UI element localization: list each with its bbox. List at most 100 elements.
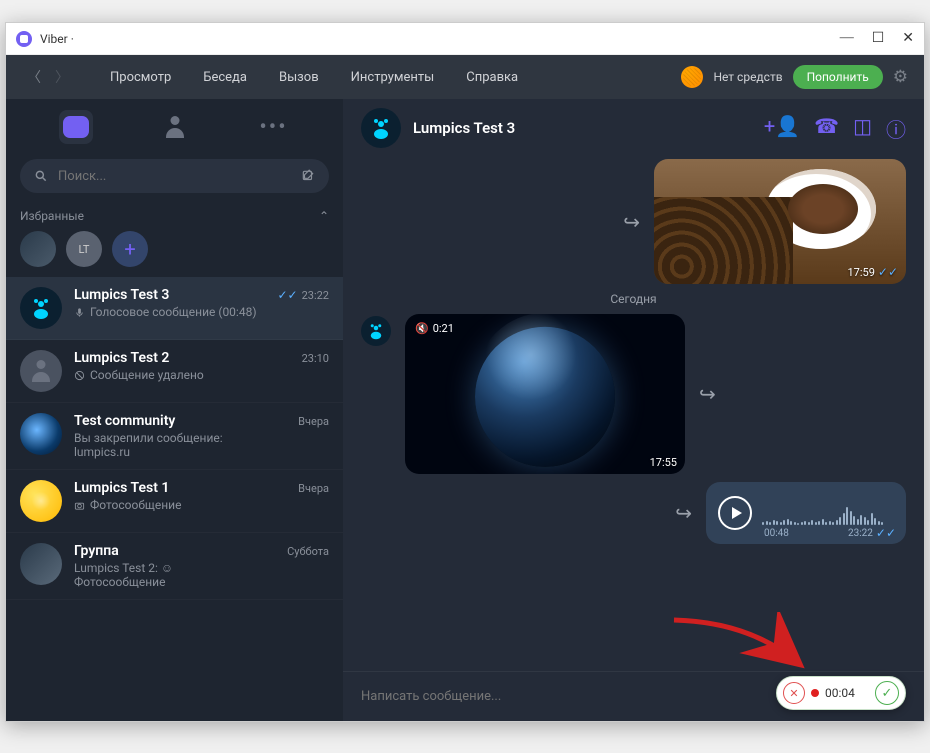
chat-time: Вчера [298, 482, 329, 495]
checks-icon: ✓✓ [878, 265, 898, 279]
avatar [20, 287, 62, 329]
recording-dot-icon [811, 689, 819, 697]
forward-icon[interactable]: ↪ [699, 382, 716, 406]
chat-preview2: Фотосообщение [74, 575, 165, 589]
chat-preview: Голосовое сообщение (00:48) [90, 305, 257, 319]
recording-time: 00:04 [825, 686, 869, 700]
app-window: Viber · — ☐ ✕ 〈 〉 Просмотр Беседа Вызов … [5, 22, 925, 722]
image-message-coffee[interactable]: 17:59✓✓ [654, 159, 906, 284]
conversation-header: Lumpics Test 3 +👤 ☎ ◫ ⓘ [343, 99, 924, 157]
chat-name: Lumpics Test 3 [74, 287, 169, 303]
menu-chat[interactable]: Беседа [189, 62, 261, 93]
conversation-title: Lumpics Test 3 [413, 119, 752, 137]
menu-view[interactable]: Просмотр [96, 62, 185, 93]
video-call-icon[interactable]: ◫ [853, 114, 872, 143]
camera-icon [74, 500, 85, 511]
mic-icon [74, 307, 85, 318]
checks-icon: ✓✓ [876, 526, 896, 540]
back-button[interactable]: 〈 [22, 65, 46, 89]
chat-time: Суббота [287, 545, 329, 558]
chat-name: Lumpics Test 2 [74, 350, 169, 366]
add-user-icon[interactable]: +👤 [764, 114, 800, 143]
favorites-section: Избранные ⌃ LT + [6, 203, 343, 277]
chat-item-community[interactable]: Test community Вчера Вы закрепили сообщен… [6, 403, 343, 470]
account-avatar-icon[interactable] [681, 66, 703, 88]
window-title: Viber · [40, 32, 74, 46]
messages-area[interactable]: ↪ 17:59✓✓ Сегодня 🔇0:21 17:55 ↪ [343, 157, 924, 671]
dots-icon: ••• [259, 115, 287, 140]
chat-time: ✓✓23:22 [277, 288, 329, 302]
tab-more[interactable]: ••• [257, 110, 291, 144]
menubar: 〈 〉 Просмотр Беседа Вызов Инструменты Сп… [6, 55, 924, 99]
search-bar[interactable] [20, 159, 329, 193]
search-icon [34, 169, 48, 183]
close-button[interactable]: ✕ [902, 30, 914, 47]
chat-preview2: lumpics.ru [74, 445, 130, 459]
viber-icon [16, 31, 32, 47]
settings-icon[interactable]: ⚙ [893, 67, 908, 87]
avatar [20, 413, 62, 455]
waveform[interactable] [762, 501, 894, 525]
voice-call-icon[interactable]: ☎ [814, 114, 839, 143]
favorite-item-lt[interactable]: LT [66, 231, 102, 267]
sidebar-tabs: ••• [6, 99, 343, 155]
sidebar: ••• Избранные ⌃ LT + [6, 99, 343, 721]
favorite-item-1[interactable] [20, 231, 56, 267]
send-recording-button[interactable]: ✓ [875, 681, 899, 705]
funds-label: Нет средств [713, 70, 782, 84]
chat-preview: Вы закрепили сообщение: [74, 431, 223, 445]
chat-time: Вчера [298, 415, 329, 428]
avatar [20, 543, 62, 585]
chat-item-lumpics3[interactable]: Lumpics Test 3 ✓✓23:22 Голосовое сообщени… [6, 277, 343, 340]
menu-call[interactable]: Вызов [265, 62, 333, 93]
chat-preview: Сообщение удалено [90, 368, 204, 382]
menu-tools[interactable]: Инструменты [337, 62, 449, 93]
chat-preview: Фотосообщение [90, 498, 181, 512]
chat-name: Группа [74, 543, 119, 559]
video-message-earth[interactable]: 🔇0:21 17:55 [405, 314, 685, 474]
window-controls: — ☐ ✕ [840, 30, 914, 47]
forward-icon[interactable]: ↪ [675, 501, 692, 525]
favorites-header[interactable]: Избранные ⌃ [20, 209, 329, 223]
voice-duration: 00:48 [764, 528, 789, 539]
recording-pill: ✕ 00:04 ✓ [776, 676, 906, 710]
forward-icon[interactable]: ↪ [623, 210, 640, 234]
favorite-add-button[interactable]: + [112, 231, 148, 267]
voice-message[interactable]: 00:48 23:22✓✓ [706, 482, 906, 544]
maximize-button[interactable]: ☐ [872, 30, 885, 47]
tab-chats[interactable] [59, 110, 93, 144]
message-time: 17:55 [650, 456, 677, 469]
favorites-title: Избранные [20, 209, 84, 223]
play-button[interactable] [718, 496, 752, 530]
info-icon[interactable]: ⓘ [886, 114, 906, 143]
cancel-recording-button[interactable]: ✕ [783, 682, 805, 704]
deleted-icon [74, 370, 85, 381]
refill-button[interactable]: Пополнить [793, 65, 883, 89]
chat-name: Test community [74, 413, 175, 429]
chat-item-lumpics2[interactable]: Lumpics Test 2 23:10 Сообщение удалено [6, 340, 343, 403]
search-input[interactable] [58, 169, 291, 184]
minimize-button[interactable]: — [840, 30, 854, 47]
chat-item-group[interactable]: Группа Суббота Lumpics Test 2: ☺ Фотосооб… [6, 533, 343, 600]
avatar [20, 480, 62, 522]
chevron-up-icon: ⌃ [319, 209, 329, 223]
chat-name: Lumpics Test 1 [74, 480, 169, 496]
chat-time: 23:10 [302, 352, 329, 365]
tab-contacts[interactable] [158, 110, 192, 144]
message-avatar[interactable] [361, 316, 391, 346]
chat-icon [63, 116, 89, 138]
voice-time: 23:22✓✓ [848, 526, 896, 540]
chat-preview: Lumpics Test 2: ☺ [74, 561, 173, 575]
forward-button[interactable]: 〉 [50, 65, 74, 89]
titlebar: Viber · — ☐ ✕ [6, 23, 924, 55]
avatar [20, 350, 62, 392]
compose-icon[interactable] [301, 169, 315, 183]
conversation-panel: Lumpics Test 3 +👤 ☎ ◫ ⓘ ↪ 17:59✓✓ [343, 99, 924, 721]
person-icon [164, 116, 186, 138]
conversation-avatar[interactable] [361, 108, 401, 148]
menu-help[interactable]: Справка [452, 62, 532, 93]
video-duration: 🔇0:21 [415, 322, 454, 335]
day-separator: Сегодня [361, 292, 906, 306]
chat-list[interactable]: Lumpics Test 3 ✓✓23:22 Голосовое сообщени… [6, 277, 343, 721]
chat-item-lumpics1[interactable]: Lumpics Test 1 Вчера Фотосообщение [6, 470, 343, 533]
